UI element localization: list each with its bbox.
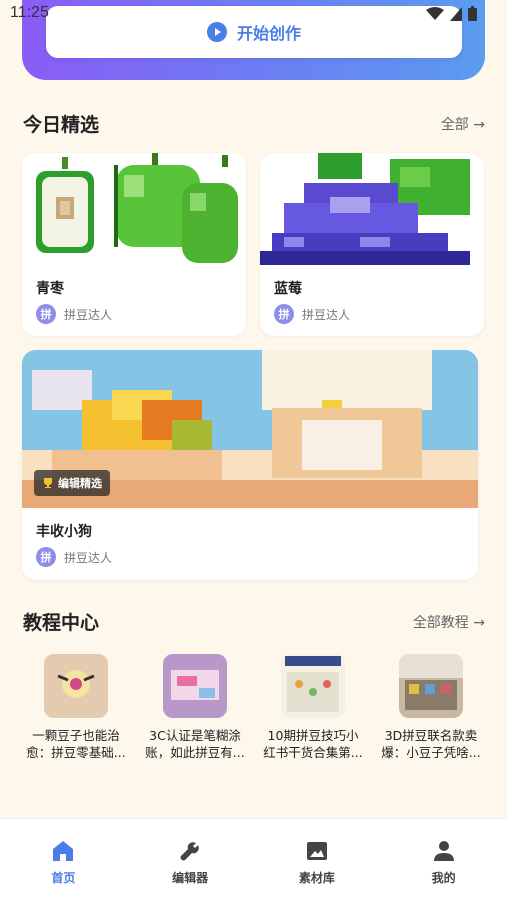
- badge-label: 编辑精选: [58, 477, 102, 490]
- card-author: 拼 拼豆达人: [274, 304, 350, 324]
- featured-card[interactable]: 编辑精选 丰收小狗 拼 拼豆达人: [22, 350, 478, 580]
- tab-label: 首页: [51, 871, 76, 885]
- tutorial-caption: 一颗豆子也能治 愈：拼豆零基础...: [22, 727, 130, 761]
- wrench-icon: [180, 842, 199, 861]
- avatar: 拼: [36, 304, 56, 324]
- card-author: 拼 拼豆达人: [36, 547, 112, 567]
- editor-pick-badge: 编辑精选: [34, 470, 110, 496]
- tutorial-thumbnail: [399, 654, 463, 718]
- tutorial-caption-line: 爆：小豆子凭啥...: [381, 745, 481, 760]
- card-author: 拼 拼豆达人: [36, 304, 112, 324]
- tutorial-caption: 3C认证是笔糊涂 账，如此拼豆有...: [141, 727, 249, 761]
- tab-label: 素材库: [298, 871, 335, 885]
- card-title: 青枣: [36, 281, 64, 297]
- tutorial-thumbnail: [163, 654, 227, 718]
- blueberry-pixel-art: [260, 153, 470, 265]
- tutorial-caption-line: 账，如此拼豆有...: [145, 745, 245, 760]
- tab-label: 编辑器: [172, 871, 209, 885]
- tutorial-caption-line: 红书干货合集第...: [263, 745, 363, 760]
- wifi-icon: [426, 6, 444, 20]
- avatar: 拼: [36, 547, 56, 567]
- tab-editor[interactable]: 编辑器: [127, 819, 254, 900]
- author-name: 拼豆达人: [64, 550, 113, 565]
- card-title: 蓝莓: [274, 281, 302, 297]
- tutorial-caption-line: 一颗豆子也能治: [32, 728, 120, 743]
- tutorial-thumbnail: [281, 654, 345, 718]
- author-name: 拼豆达人: [302, 307, 351, 322]
- tutorial-thumbnail: [44, 654, 108, 718]
- avatar: 拼: [274, 304, 294, 324]
- tutorials-header: 教程中心 全部教程 →: [23, 608, 485, 635]
- author-name: 拼豆达人: [64, 307, 113, 322]
- card-image-blueberry: [260, 153, 484, 265]
- jujube-pixel-art: [36, 153, 238, 263]
- tutorial-caption: 10期拼豆技巧小 红书干货合集第...: [259, 727, 367, 761]
- card-title: 丰收小狗: [36, 524, 92, 540]
- featured-header: 今日精选 全部 →: [23, 110, 485, 137]
- tutorial-item[interactable]: 一颗豆子也能治 愈：拼豆零基础...: [22, 654, 130, 761]
- card-image-harvest-dog: 编辑精选: [22, 350, 478, 508]
- tutorial-caption-line: 3D拼豆联名款卖: [384, 728, 478, 743]
- status-icons: [426, 6, 477, 21]
- battery-icon: [468, 6, 477, 21]
- featured-more-link[interactable]: 全部 →: [441, 114, 485, 134]
- home-icon: [53, 841, 74, 861]
- tutorial-item[interactable]: 10期拼豆技巧小 红书干货合集第...: [259, 654, 367, 761]
- signal-icon: [450, 6, 462, 21]
- tutorials-more-link[interactable]: 全部教程 →: [413, 612, 485, 632]
- tab-home[interactable]: 首页: [0, 819, 127, 900]
- status-bar: 11:25: [0, 0, 507, 28]
- image-icon: [306, 842, 327, 860]
- tutorial-item[interactable]: 3C认证是笔糊涂 账，如此拼豆有...: [141, 654, 249, 761]
- bottom-tab-bar: 首页 编辑器 素材库 我的: [0, 818, 507, 900]
- tutorial-item[interactable]: 3D拼豆联名款卖 爆：小豆子凭啥...: [377, 654, 485, 761]
- tutorial-caption-line: 愈：拼豆零基础...: [26, 745, 126, 760]
- featured-title: 今日精选: [23, 114, 100, 136]
- tab-materials[interactable]: 素材库: [254, 819, 381, 900]
- person-icon: [433, 841, 454, 861]
- featured-card[interactable]: 蓝莓 拼 拼豆达人: [260, 153, 484, 336]
- tutorials-title: 教程中心: [23, 612, 100, 634]
- status-time: 11:25: [10, 4, 49, 21]
- tutorial-caption-line: 3C认证是笔糊涂: [149, 728, 241, 743]
- tab-label: 我的: [431, 871, 456, 885]
- trophy-icon: [44, 478, 52, 488]
- tutorial-caption-line: 10期拼豆技巧小: [267, 728, 359, 743]
- card-image-jujube: [22, 153, 246, 265]
- tutorial-caption: 3D拼豆联名款卖 爆：小豆子凭啥...: [377, 727, 485, 761]
- featured-card[interactable]: 青枣 拼 拼豆达人: [22, 153, 246, 336]
- tab-profile[interactable]: 我的: [380, 819, 507, 900]
